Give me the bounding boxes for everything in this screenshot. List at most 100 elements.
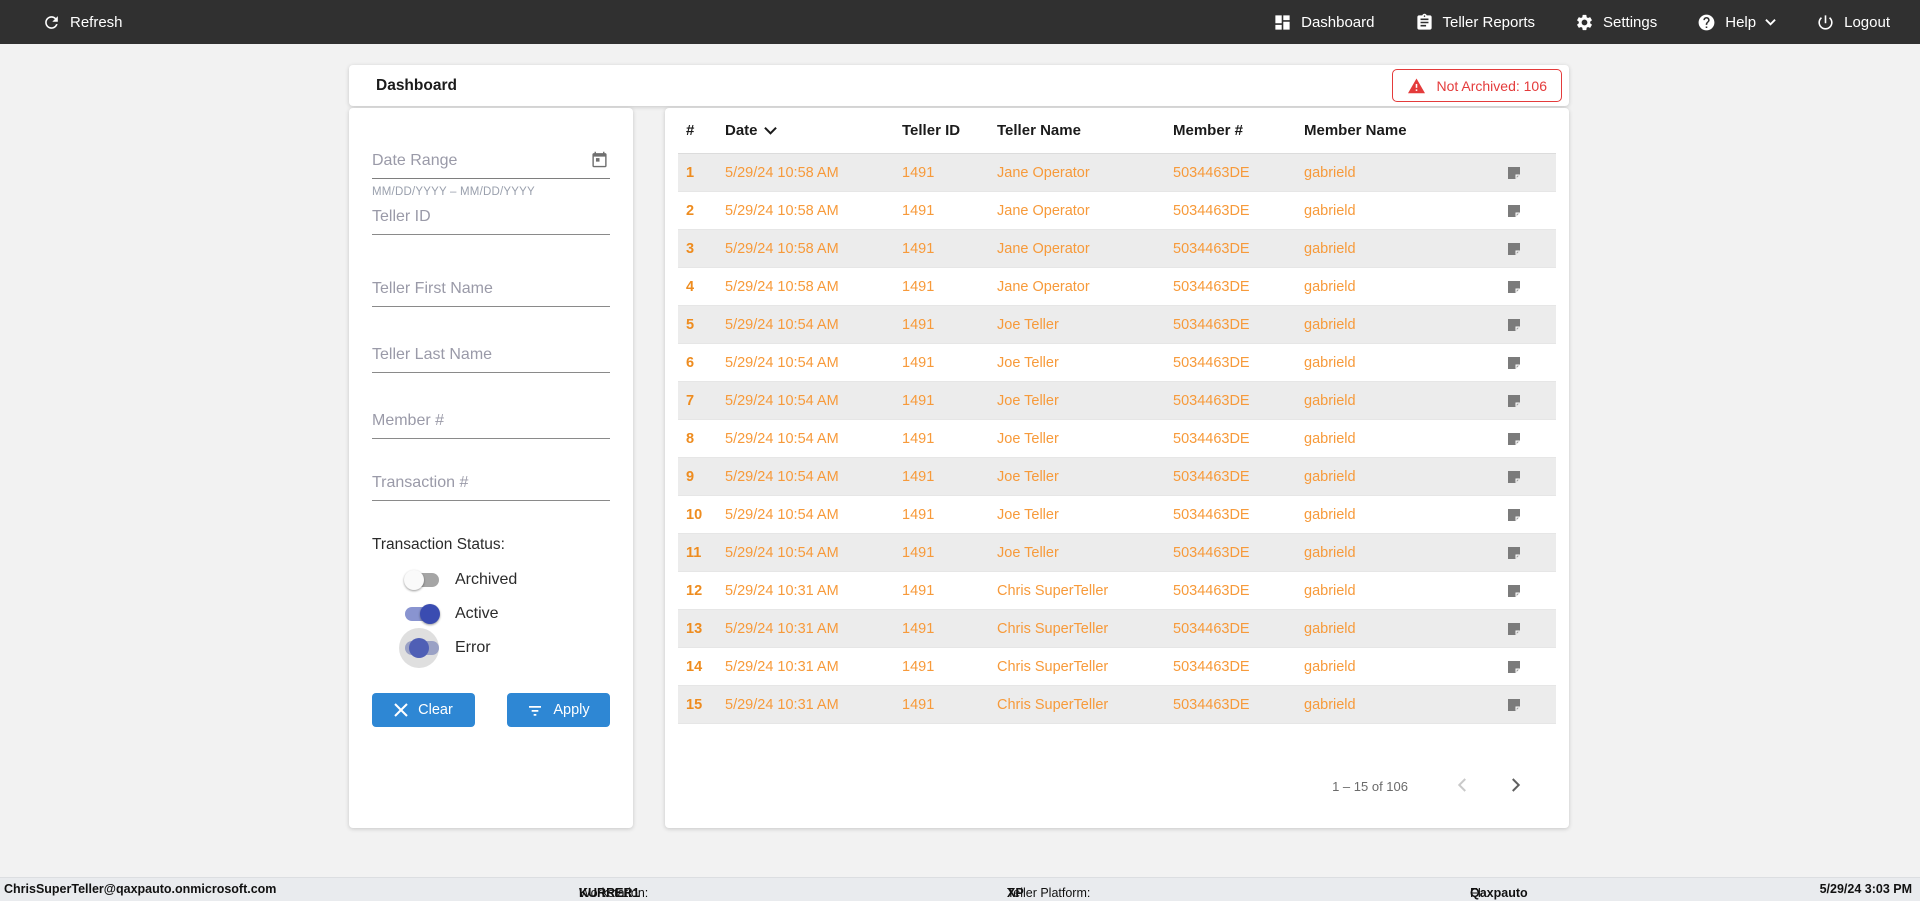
active-toggle[interactable] (404, 604, 440, 624)
row-member-name-cell: gabrield (1304, 354, 1356, 371)
row-member-number-cell: 5034463DE (1173, 620, 1250, 637)
column-header-member-number[interactable]: Member # (1173, 122, 1304, 139)
table-row[interactable]: 4 5/29/24 10:58 AM 1491 Jane Operator 50… (678, 268, 1556, 306)
nav-item-help[interactable]: Help (1697, 13, 1776, 32)
row-note-button[interactable] (1487, 202, 1556, 220)
column-header-number[interactable]: # (686, 122, 725, 139)
table-row[interactable]: 14 5/29/24 10:31 AM 1491 Chris SuperTell… (678, 648, 1556, 686)
row-teller-name-cell: Jane Operator (997, 278, 1090, 295)
previous-page-button[interactable] (1450, 772, 1476, 801)
row-date-cell: 5/29/24 10:31 AM (725, 696, 839, 713)
note-icon (1507, 318, 1520, 331)
note-icon (1507, 432, 1520, 445)
table-row[interactable]: 11 5/29/24 10:54 AM 1491 Joe Teller 5034… (678, 534, 1556, 572)
refresh-button[interactable]: Refresh (42, 13, 123, 32)
table-row[interactable]: 12 5/29/24 10:31 AM 1491 Chris SuperTell… (678, 572, 1556, 610)
nav-item-settings[interactable]: Settings (1575, 13, 1657, 32)
note-icon (1507, 242, 1520, 255)
row-teller-name-cell: Joe Teller (997, 354, 1059, 371)
teller-id-input[interactable] (372, 204, 610, 235)
clear-button[interactable]: Clear (372, 693, 475, 727)
table-header-row: # Date Teller ID Teller Name Member # Me… (678, 108, 1556, 154)
table-row[interactable]: 10 5/29/24 10:54 AM 1491 Joe Teller 5034… (678, 496, 1556, 534)
table-row[interactable]: 3 5/29/24 10:58 AM 1491 Jane Operator 50… (678, 230, 1556, 268)
note-icon (1507, 660, 1520, 673)
row-member-name-cell: gabrield (1304, 582, 1356, 599)
note-icon (1507, 394, 1520, 407)
row-teller-name-cell: Joe Teller (997, 430, 1059, 447)
table-row[interactable]: 8 5/29/24 10:54 AM 1491 Joe Teller 50344… (678, 420, 1556, 458)
not-archived-badge: Not Archived: 106 (1392, 69, 1562, 102)
row-teller-id-cell: 1491 (902, 620, 935, 637)
column-header-teller-name[interactable]: Teller Name (997, 122, 1173, 139)
apply-button[interactable]: Apply (507, 693, 610, 727)
row-date-cell: 5/29/24 10:54 AM (725, 544, 839, 561)
teller-first-name-input[interactable] (372, 276, 610, 307)
column-header-member-name[interactable]: Member Name (1304, 122, 1487, 139)
table-row[interactable]: 15 5/29/24 10:31 AM 1491 Chris SuperTell… (678, 686, 1556, 724)
calendar-button[interactable] (591, 151, 610, 175)
transactions-table-card: # Date Teller ID Teller Name Member # Me… (665, 108, 1569, 828)
table-row[interactable]: 6 5/29/24 10:54 AM 1491 Joe Teller 50344… (678, 344, 1556, 382)
nav-item-teller-reports[interactable]: Teller Reports (1415, 13, 1535, 32)
row-number-cell: 15 (686, 696, 703, 713)
row-note-button[interactable] (1487, 278, 1556, 296)
nav-item-dashboard[interactable]: Dashboard (1273, 13, 1375, 32)
row-note-button[interactable] (1487, 658, 1556, 676)
member-number-input[interactable] (372, 408, 610, 439)
table-row[interactable]: 1 5/29/24 10:58 AM 1491 Jane Operator 50… (678, 154, 1556, 192)
row-number-cell: 1 (686, 164, 695, 181)
column-header-teller-id[interactable]: Teller ID (902, 122, 997, 139)
row-teller-id-cell: 1491 (902, 202, 935, 219)
row-member-number-cell: 5034463DE (1173, 354, 1250, 371)
note-icon (1507, 698, 1520, 711)
row-date-cell: 5/29/24 10:31 AM (725, 582, 839, 599)
row-note-button[interactable] (1487, 240, 1556, 258)
row-note-button[interactable] (1487, 468, 1556, 486)
row-member-name-cell: gabrield (1304, 658, 1356, 675)
note-icon (1507, 470, 1520, 483)
date-range-input[interactable] (372, 148, 591, 178)
row-note-button[interactable] (1487, 430, 1556, 448)
row-teller-name-cell: Jane Operator (997, 164, 1090, 181)
row-note-button[interactable] (1487, 354, 1556, 372)
row-note-button[interactable] (1487, 506, 1556, 524)
row-note-button[interactable] (1487, 544, 1556, 562)
close-icon (394, 703, 408, 717)
date-range-field-wrap: MM/DD/YYYY – MM/DD/YYYY (372, 148, 610, 198)
table-row[interactable]: 9 5/29/24 10:54 AM 1491 Joe Teller 50344… (678, 458, 1556, 496)
table-row[interactable]: 2 5/29/24 10:58 AM 1491 Jane Operator 50… (678, 192, 1556, 230)
row-member-number-cell: 5034463DE (1173, 582, 1250, 599)
row-note-button[interactable] (1487, 164, 1556, 182)
row-member-name-cell: gabrield (1304, 278, 1356, 295)
table-row[interactable]: 13 5/29/24 10:31 AM 1491 Chris SuperTell… (678, 610, 1556, 648)
transaction-number-input[interactable] (372, 470, 610, 501)
table-row[interactable]: 7 5/29/24 10:54 AM 1491 Joe Teller 50344… (678, 382, 1556, 420)
archived-toggle[interactable] (404, 570, 440, 590)
row-member-name-cell: gabrield (1304, 468, 1356, 485)
row-note-button[interactable] (1487, 392, 1556, 410)
row-note-button[interactable] (1487, 620, 1556, 638)
chevron-down-icon (1765, 19, 1776, 26)
column-header-date[interactable]: Date (725, 122, 902, 139)
table-body: 1 5/29/24 10:58 AM 1491 Jane Operator 50… (678, 154, 1556, 724)
dashboard-icon (1275, 14, 1290, 30)
row-note-button[interactable] (1487, 316, 1556, 334)
row-date-cell: 5/29/24 10:58 AM (725, 202, 839, 219)
nav-item-logout[interactable]: Logout (1816, 13, 1890, 32)
error-toggle[interactable] (404, 638, 440, 658)
row-member-number-cell: 5034463DE (1173, 392, 1250, 409)
row-number-cell: 8 (686, 430, 695, 447)
row-number-cell: 6 (686, 354, 695, 371)
row-note-button[interactable] (1487, 696, 1556, 714)
nav-label: Help (1725, 13, 1757, 31)
teller-last-name-input[interactable] (372, 342, 610, 373)
row-note-button[interactable] (1487, 582, 1556, 600)
row-number-cell: 10 (686, 506, 703, 523)
help-icon (1698, 14, 1715, 30)
row-member-name-cell: gabrield (1304, 202, 1356, 219)
note-icon (1507, 546, 1520, 559)
row-member-name-cell: gabrield (1304, 316, 1356, 333)
table-row[interactable]: 5 5/29/24 10:54 AM 1491 Joe Teller 50344… (678, 306, 1556, 344)
next-page-button[interactable] (1502, 772, 1528, 801)
